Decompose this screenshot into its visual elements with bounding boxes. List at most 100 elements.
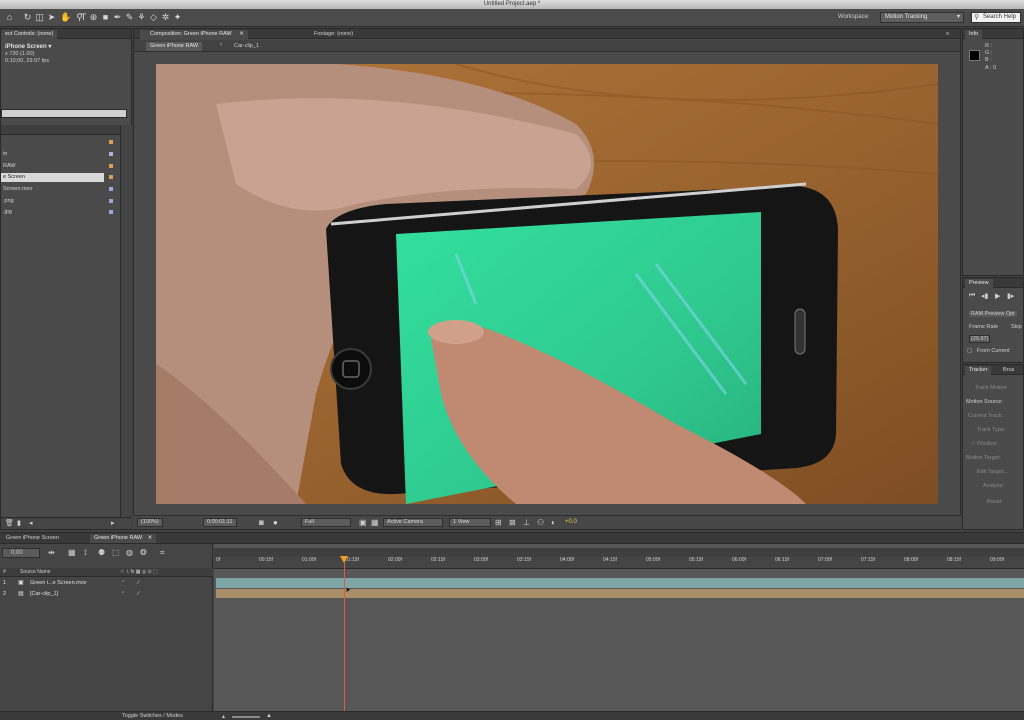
quality-switch-icon[interactable]: ∕ [138, 589, 139, 599]
previous-frame-icon[interactable]: ◂▮ [981, 292, 988, 300]
pen-tool-icon[interactable]: ✒ [112, 12, 123, 23]
home-icon[interactable]: ⌂ [4, 12, 15, 23]
playhead-handle[interactable] [340, 556, 348, 563]
magnification-dropdown[interactable]: (100%) [137, 518, 163, 527]
tab-brushes[interactable]: Brus [999, 366, 1018, 375]
graph-editor-icon[interactable]: ⌗ [160, 548, 165, 558]
motion-blur-icon[interactable]: ◍ [126, 548, 133, 557]
selection-tool-icon[interactable]: ➤ [46, 12, 57, 23]
timeline-timecode[interactable]: 0;00 [2, 548, 40, 558]
quality-switch-icon[interactable]: ∕ [138, 578, 139, 588]
panel-menu-icon[interactable]: ≡ [942, 30, 953, 39]
frame-rate-dropdown[interactable]: (29.97) [969, 335, 991, 343]
tab-tracker[interactable]: Tracker [965, 366, 992, 375]
search-help-input[interactable]: ⚲ Search Help [971, 12, 1021, 23]
exposure-value[interactable]: +0.0 [565, 519, 577, 525]
flowchart-icon[interactable]: ⚇ [537, 518, 544, 527]
trash-icon[interactable]: 🗑 [5, 519, 14, 527]
toggle-pixel-aspect-icon[interactable]: ⊞ [495, 518, 502, 527]
eraser-tool-icon[interactable]: ◇ [148, 12, 159, 23]
play-icon[interactable]: ▶ [995, 292, 1000, 300]
composition-viewer[interactable] [156, 64, 938, 504]
color-channels-icon[interactable]: ● [273, 518, 278, 527]
tab-footage[interactable]: Footage: (none) [310, 30, 357, 39]
rectangle-tool-icon[interactable]: ■ [100, 12, 111, 23]
zoom-in-icon[interactable]: ▲ [266, 713, 272, 719]
from-current-checkbox[interactable]: ▢ [967, 348, 972, 354]
first-frame-icon[interactable]: ⏮ [969, 292, 975, 300]
fast-previews-icon[interactable]: ⊠ [509, 518, 516, 527]
live-update-icon[interactable]: ▦ [68, 548, 76, 557]
timeline-track-area[interactable]: 0f 00:15f 01:00f 01:15f 02:00f 02:15f 03:00f 03… [214, 544, 1024, 712]
tab-info[interactable]: Info [965, 30, 983, 39]
label-color-chip[interactable] [109, 199, 113, 203]
toggle-switches-modes-button[interactable]: Toggle Switches / Modes [122, 713, 183, 719]
timeline-icon[interactable]: ⊥ [523, 518, 530, 527]
timeline-layer-row[interactable]: 1 ▣ Green i...e Screen.mov ᐟ ∕ [0, 578, 213, 588]
current-time-display[interactable]: 0;00;01;11 [203, 518, 237, 527]
project-scrollbar[interactable] [120, 125, 132, 525]
list-item[interactable]: Screen.mov [1, 185, 104, 194]
timeline-zoom-slider[interactable] [232, 716, 260, 718]
label-color-chip[interactable] [109, 210, 113, 214]
resolution-dropdown[interactable]: Full [301, 518, 351, 527]
shy-switch-icon[interactable]: ᐟ [122, 578, 124, 588]
view-layout-dropdown[interactable]: 1 View [449, 518, 491, 527]
list-item[interactable]: RAW [1, 162, 104, 171]
label-color-chip[interactable] [109, 175, 113, 179]
playhead-line[interactable] [344, 556, 345, 712]
frame-blending-icon[interactable]: ⬚ [112, 548, 120, 557]
region-of-interest-icon[interactable]: ▣ [359, 518, 367, 527]
next-frame-icon[interactable]: ▮▸ [1007, 292, 1014, 300]
puppet-tool-icon[interactable]: ✦ [172, 12, 183, 23]
label-color-chip[interactable] [109, 140, 113, 144]
chevron-left-icon[interactable]: ◂ [29, 519, 33, 527]
edit-target-button[interactable]: Edit Target... [977, 469, 1008, 475]
layer-duration-bar[interactable] [216, 578, 1024, 588]
list-item[interactable]: .jpg [1, 208, 104, 217]
label-color-chip[interactable] [109, 152, 113, 156]
exposure-icon[interactable]: ◐ [551, 518, 556, 527]
zoom-out-icon[interactable]: ▴ [222, 713, 225, 720]
pan-behind-tool-icon[interactable]: ⊕ [88, 12, 99, 23]
new-folder-icon[interactable]: ▮ [17, 519, 21, 527]
workspace-dropdown[interactable]: Motion Tracking ▾ [880, 12, 964, 23]
track-motion-button[interactable]: Track Motion [975, 385, 1007, 391]
camera-snapshot-icon[interactable]: ◙ [259, 518, 264, 527]
tab-green-iphone-raw[interactable]: Green iPhone RAW ✕ [90, 534, 157, 543]
position-checkbox[interactable]: ✓ Position [971, 441, 997, 447]
timeline-layer-row[interactable]: 2 ▤ [Car-clip_1] ᐟ ∕ [0, 589, 213, 599]
clone-stamp-tool-icon[interactable]: ⚘ [136, 12, 147, 23]
active-camera-dropdown[interactable]: Active Camera [383, 518, 443, 527]
subtab-car-clip[interactable]: Car-clip_1 [230, 42, 263, 51]
brush-tool-icon[interactable]: ✎ [124, 12, 135, 23]
close-icon[interactable]: ✕ [239, 31, 244, 37]
subtab-green-iphone-raw[interactable]: Green iPhone RAW [146, 42, 203, 51]
list-item[interactable]: in [1, 150, 104, 159]
project-search-field[interactable] [1, 109, 127, 118]
brainstorm-icon[interactable]: ❂ [140, 548, 147, 557]
rotate-tool-icon[interactable]: ↻ [22, 12, 33, 23]
hand-tool-icon[interactable]: ✋ [60, 12, 71, 23]
composition-mini-flowchart-icon[interactable]: ⇹ [48, 548, 55, 557]
list-item-selected[interactable]: e Screen [1, 173, 104, 182]
chevron-right-icon[interactable]: ▸ [111, 519, 115, 527]
label-color-chip[interactable] [109, 164, 113, 168]
roto-brush-tool-icon[interactable]: ✲ [160, 12, 171, 23]
ram-preview-options[interactable]: RAM Preview Opt [969, 311, 1017, 317]
camera-tool-icon[interactable]: ◫ [34, 12, 45, 23]
list-item[interactable]: .png [1, 197, 104, 206]
reset-button[interactable]: Reset [987, 499, 1001, 505]
tab-preview[interactable]: Preview [965, 279, 993, 288]
time-ruler[interactable]: 0f 00:15f 01:00f 01:15f 02:00f 02:15f 03:00f 03… [214, 557, 1024, 569]
tab-green-iphone-screen[interactable]: Green iPhone Screen [2, 534, 63, 543]
hide-shy-layers-icon[interactable]: ⚉ [98, 548, 105, 557]
draft-3d-icon[interactable]: ⟟ [84, 548, 87, 558]
layer-duration-bar[interactable] [216, 589, 1024, 598]
shy-switch-icon[interactable]: ᐟ [122, 589, 124, 599]
label-color-chip[interactable] [109, 187, 113, 191]
type-tool-icon[interactable]: T [78, 12, 89, 23]
close-icon[interactable]: ✕ [148, 535, 153, 541]
tab-composition[interactable]: Composition: Green iPhone RAW ✕ [140, 30, 248, 39]
transparency-grid-icon[interactable]: ▦ [371, 518, 379, 527]
